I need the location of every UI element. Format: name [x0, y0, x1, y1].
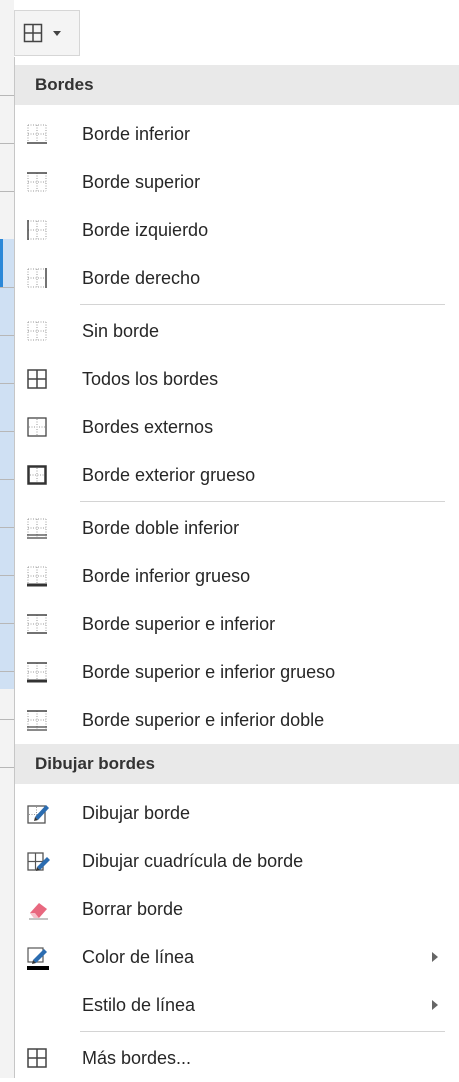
chevron-right-icon	[432, 1000, 438, 1010]
borders-menu: Bordes Borde inferior Borde superior Borde …	[14, 57, 459, 1078]
menu-item-dibujar-cuadricula-de-borde[interactable]: Dibujar cuadrícula de borde	[15, 837, 459, 885]
menu-item-label: Borde inferior	[82, 123, 191, 144]
menu-item-label: Borde izquierdo	[82, 219, 209, 240]
top-thick-bottom-border-icon	[25, 660, 51, 686]
menu-item-label: Borde inferior grueso	[82, 565, 251, 586]
menu-item-label: Dibujar borde	[82, 802, 191, 823]
menu-item-label: Bordes externos	[82, 416, 214, 437]
menu-item-label: Borde superior e inferior grueso	[82, 661, 336, 682]
menu-item-label: Borde doble inferior	[82, 517, 240, 538]
menu-item-borde-inferior-grueso[interactable]: Borde inferior grueso	[15, 552, 459, 600]
section-header-1: Dibujar bordes	[15, 744, 459, 784]
menu-item-label: Color de línea	[82, 946, 195, 967]
menu-item-borde-exterior-grueso[interactable]: Borde exterior grueso	[15, 451, 459, 499]
draw-border-grid-icon	[25, 849, 51, 875]
sheet-edge	[0, 0, 14, 1078]
chevron-right-icon	[432, 952, 438, 962]
eraser-icon	[25, 897, 51, 923]
menu-item-label: Más bordes...	[82, 1047, 192, 1068]
line-color-icon	[25, 945, 51, 971]
menu-item-borde-doble-inferior[interactable]: Borde doble inferior	[15, 504, 459, 552]
menu-item-sin-borde[interactable]: Sin borde	[15, 307, 459, 355]
active-cell-indicator	[0, 239, 3, 287]
menu-item-borrar-borde[interactable]: Borrar borde	[15, 885, 459, 933]
menu-separator	[80, 1031, 445, 1032]
section-header-0: Bordes	[15, 65, 459, 105]
menu-item-color-de-linea[interactable]: Color de línea	[15, 933, 459, 981]
menu-item-borde-superior-e-inferior[interactable]: Borde superior e inferior	[15, 600, 459, 648]
bottom-border-icon	[25, 122, 51, 148]
menu-item-label: Borde superior e inferior doble	[82, 709, 325, 730]
menu-separator	[80, 501, 445, 502]
menu-item-label: Borde exterior grueso	[82, 464, 256, 485]
menu-item-borde-izquierdo[interactable]: Borde izquierdo	[15, 206, 459, 254]
menu-item-dibujar-borde[interactable]: Dibujar borde	[15, 789, 459, 837]
no-border-icon	[25, 319, 51, 345]
menu-item-bordes-externos[interactable]: Bordes externos	[15, 403, 459, 451]
all-borders-icon	[25, 1046, 51, 1072]
menu-item-label: Dibujar cuadrícula de borde	[82, 850, 304, 871]
menu-item-mas-bordes[interactable]: Más bordes...	[15, 1034, 459, 1082]
double-bottom-border-icon	[25, 516, 51, 542]
top-double-bottom-border-icon	[25, 708, 51, 734]
top-border-icon	[25, 170, 51, 196]
menu-item-label: Sin borde	[82, 320, 160, 341]
selected-cells	[0, 239, 14, 689]
draw-border-icon	[25, 801, 51, 827]
menu-item-borde-superior[interactable]: Borde superior	[15, 158, 459, 206]
menu-item-label: Borde derecho	[82, 267, 201, 288]
menu-item-borde-inferior[interactable]: Borde inferior	[15, 110, 459, 158]
menu-item-todos-los-bordes[interactable]: Todos los bordes	[15, 355, 459, 403]
menu-item-borde-superior-e-inferior-doble[interactable]: Borde superior e inferior doble	[15, 696, 459, 744]
menu-item-borde-superior-e-inferior-grueso[interactable]: Borde superior e inferior grueso	[15, 648, 459, 696]
menu-item-label: Borde superior e inferior	[82, 613, 276, 634]
outside-borders-icon	[25, 415, 51, 441]
thick-outside-border-icon	[25, 463, 51, 489]
top-bottom-border-icon	[25, 612, 51, 638]
left-border-icon	[25, 218, 51, 244]
all-borders-icon	[25, 367, 51, 393]
menu-item-label: Todos los bordes	[82, 368, 219, 389]
menu-item-label: Borrar borde	[82, 898, 184, 919]
borders-dropdown-button[interactable]	[14, 10, 80, 56]
thick-bottom-border-icon	[25, 564, 51, 590]
menu-separator	[80, 304, 445, 305]
menu-item-estilo-de-linea[interactable]: Estilo de línea	[15, 981, 459, 1029]
menu-item-borde-derecho[interactable]: Borde derecho	[15, 254, 459, 302]
menu-item-label: Estilo de línea	[82, 994, 196, 1015]
menu-item-label: Borde superior	[82, 171, 201, 192]
all-borders-icon	[23, 23, 43, 43]
chevron-down-icon	[53, 30, 61, 36]
right-border-icon	[25, 266, 51, 292]
